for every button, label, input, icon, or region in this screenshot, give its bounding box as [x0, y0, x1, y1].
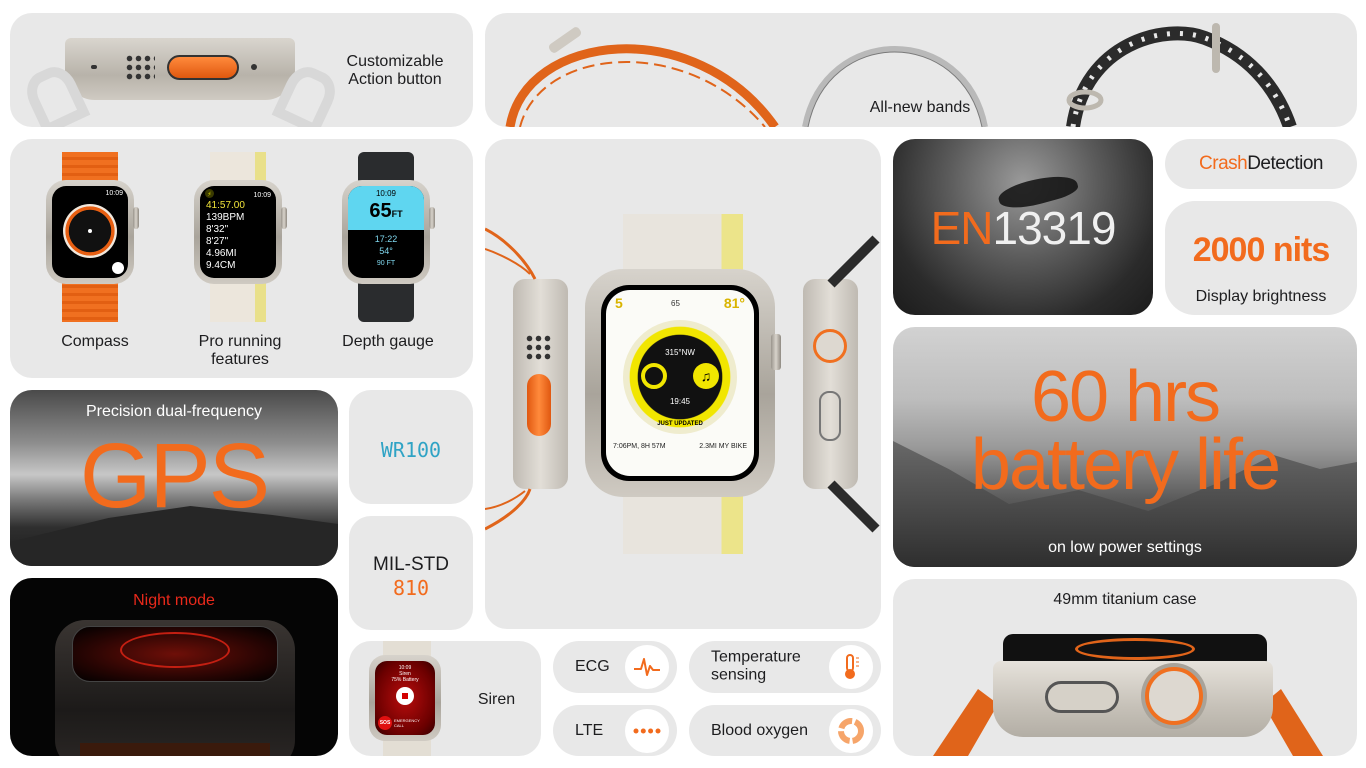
gps-tile: Precision dual-frequency GPS — [10, 390, 338, 566]
brightness-tile: 2000 nits Display brightness — [1165, 201, 1357, 315]
hero-watch-tile: 5 81° 65 315°NW ♫ 19:45 JUST UPDATED 7:0… — [485, 139, 881, 629]
titanium-tile: 49mm titanium case — [893, 579, 1357, 756]
blood-oxygen-pill: Blood oxygen — [689, 705, 881, 756]
siren-stop-button — [396, 687, 414, 705]
titanium-watch-screen — [1003, 634, 1267, 664]
bands-label: All-new bands — [869, 99, 971, 116]
mic-hole — [91, 65, 97, 69]
running-screen: 10:09 ⚡ 41:57.00 139BPM 8'32" 8'27" 4.96… — [200, 186, 276, 278]
ocean-band — [1066, 23, 1297, 127]
activity-rings-icon — [641, 363, 667, 389]
orange-action-button — [167, 55, 239, 80]
blood-oxygen-ring-icon — [838, 717, 864, 744]
depth-label: Depth gauge — [342, 333, 434, 350]
en13319-tile: EN13319 — [893, 139, 1153, 315]
digital-crown-orange — [1145, 667, 1203, 725]
running-label: Pro running features — [198, 333, 282, 369]
side-button — [1045, 681, 1119, 713]
night-dial-ring — [120, 632, 230, 668]
sos-badge: SOS — [378, 716, 392, 730]
siren-tile: 10:09 Siren 75% Battery SOS EMERGENCY CA… — [349, 641, 541, 756]
thermometer-icon — [845, 654, 859, 679]
siren-label: Siren — [477, 691, 516, 708]
digital-crown — [771, 334, 781, 370]
alpine-loop-band — [505, 27, 779, 127]
running-figure-icon: ⚡ — [205, 189, 214, 198]
watch-side-illustration — [65, 38, 295, 100]
compass-screen: 10:09 — [52, 186, 128, 278]
depth-watch: 10:09 65FT 17:22 54° 90 FT — [338, 152, 438, 322]
speaker-grille-icon — [125, 54, 155, 82]
en-standard-label: EN13319 — [930, 202, 1117, 254]
ecg-waveform-icon — [634, 658, 660, 676]
compass-label: Compass — [61, 333, 129, 350]
music-complication-icon: ♫ — [693, 363, 719, 389]
battery-tile: 60 hrs battery life on low power setting… — [893, 327, 1357, 567]
titanium-case-body — [993, 661, 1273, 737]
lte-pill: LTE — [553, 705, 677, 756]
night-mode-tile: Night mode — [10, 578, 338, 756]
wayfinder-screen: 5 81° 65 315°NW ♫ 19:45 JUST UPDATED 7:0… — [601, 285, 759, 481]
pause-button-icon — [112, 262, 124, 274]
cellular-dots-icon — [633, 728, 661, 733]
compass-center — [88, 229, 92, 233]
ocean-band-pieces — [827, 235, 880, 533]
wr100-tile: WR100 — [349, 390, 473, 504]
milstd-tile: MIL-STD 810 — [349, 516, 473, 630]
orange-band-loops — [485, 227, 537, 531]
action-button-tile: Customizable Action button — [10, 13, 473, 127]
depth-screen: 10:09 65FT 17:22 54° 90 FT — [348, 186, 424, 278]
ecg-pill: ECG — [553, 641, 677, 693]
action-button-label: Customizable Action button — [346, 53, 444, 89]
crash-detection-tile: CrashDetection — [1165, 139, 1357, 189]
sensor-hole — [251, 64, 257, 70]
temperature-pill: Temperature sensing — [689, 641, 881, 693]
compass-watch: 10:09 — [42, 152, 142, 322]
siren-watch: 10:09 Siren 75% Battery SOS EMERGENCY CA… — [367, 641, 447, 756]
apps-tile: 10:09 Compass 10:09 ⚡ 41:57.00 139BPM 8'… — [10, 139, 473, 378]
siren-screen: 10:09 Siren 75% Battery SOS EMERGENCY CA… — [375, 661, 435, 735]
night-strap — [80, 743, 270, 756]
stop-square-icon — [402, 693, 408, 699]
bands-tile: All-new bands — [485, 13, 1357, 127]
running-watch: 10:09 ⚡ 41:57.00 139BPM 8'32" 8'27" 4.96… — [190, 152, 290, 322]
